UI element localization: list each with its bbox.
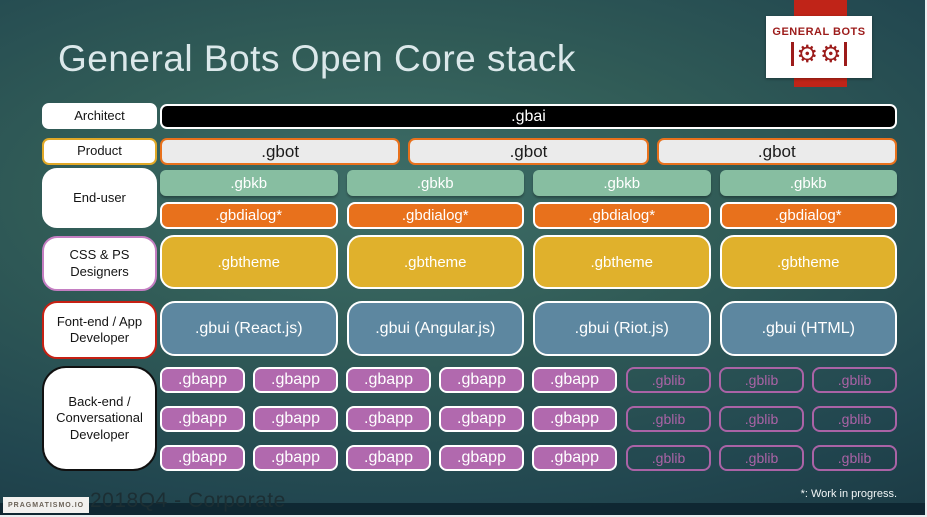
gbapp-box: .gbapp <box>160 406 245 432</box>
gblib-box: .gblib <box>719 406 804 432</box>
slide: General Bots Open Core stack GENERAL BOT… <box>0 0 927 517</box>
gbapp-box: .gbapp <box>253 367 338 393</box>
label-architect: Architect <box>42 103 157 129</box>
gbapp-box: .gbapp <box>439 445 524 471</box>
gbapp-box: .gbapp <box>532 406 617 432</box>
gbapp-box: .gbapp <box>346 406 431 432</box>
gblib-group: .gblib .gblib .gblib <box>626 367 897 393</box>
gbapp-box: .gbapp <box>160 367 245 393</box>
logo-brand-text: GENERAL BOTS <box>772 25 866 38</box>
gbapp-box: .gbapp <box>532 367 617 393</box>
label-css-ps-designers: CSS & PS Designers <box>42 236 157 291</box>
gbapp-box: .gbapp <box>346 367 431 393</box>
label-product: Product <box>42 138 157 165</box>
row-gbdialog: .gbdialog* .gbdialog* .gbdialog* .gbdialog* <box>160 202 897 229</box>
row-gbai: .gbai <box>160 104 897 129</box>
gbapp-group: .gbapp .gbapp .gbapp .gbapp .gbapp <box>160 367 617 393</box>
gbapp-group: .gbapp .gbapp .gbapp .gbapp .gbapp <box>160 406 617 432</box>
backend-row-3: .gbapp .gbapp .gbapp .gbapp .gbapp .gblib .gb… <box>160 445 897 471</box>
backend-row-2: .gbapp .gbapp .gbapp .gbapp .gbapp .gblib .gb… <box>160 406 897 432</box>
row-gbui: .gbui (React.js) .gbui (Angular.js) .gbui … <box>160 301 897 356</box>
gbapp-group: .gbapp .gbapp .gbapp .gbapp .gbapp <box>160 445 617 471</box>
gear-axle-bar-left <box>791 41 795 66</box>
gbui-box: .gbui (Angular.js) <box>346 301 524 356</box>
gblib-group: .gblib .gblib .gblib <box>626 406 897 432</box>
label-end-user: End-user <box>42 168 157 228</box>
gbtheme-box: .gbtheme <box>160 235 338 289</box>
gbapp-box: .gbapp <box>160 445 245 471</box>
gblib-box: .gblib <box>812 367 897 393</box>
gbtheme-box: .gbtheme <box>533 235 711 289</box>
gbui-box: .gbui (HTML) <box>719 301 897 356</box>
footer-caption: 2018Q4 - Corporate <box>90 489 286 512</box>
gbot-box: .gbot <box>408 138 649 165</box>
gears-icon: ⚙ ⚙ <box>791 39 847 69</box>
gbot-box: .gbot <box>656 138 897 165</box>
gblib-box: .gblib <box>812 406 897 432</box>
gbot-box: .gbot <box>160 138 401 165</box>
gblib-group: .gblib .gblib .gblib <box>626 445 897 471</box>
gear-icon: ⚙ <box>820 39 842 68</box>
label-backend-conversational-developer: Back-end / Conversational Developer <box>42 366 157 471</box>
backend-row-1: .gbapp .gbapp .gbapp .gbapp .gbapp .gblib .gb… <box>160 367 897 393</box>
gbapp-box: .gbapp <box>346 445 431 471</box>
gbapp-box: .gbapp <box>439 406 524 432</box>
gbapp-box: .gbapp <box>253 406 338 432</box>
work-in-progress-note: *: Work in progress. <box>800 488 897 500</box>
gbkb-box: .gbkb <box>346 170 524 196</box>
gblib-box: .gblib <box>719 367 804 393</box>
gbui-box: .gbui (Riot.js) <box>533 301 711 356</box>
gbui-box: .gbui (React.js) <box>160 301 338 356</box>
page-title: General Bots Open Core stack <box>58 38 576 79</box>
gbtheme-box: .gbtheme <box>719 235 897 289</box>
gbdialog-box: .gbdialog* <box>719 202 897 229</box>
gblib-box: .gblib <box>812 445 897 471</box>
gbtheme-box: .gbtheme <box>346 235 524 289</box>
gblib-box: .gblib <box>626 406 711 432</box>
gbapp-box: .gbapp <box>253 445 338 471</box>
row-gbtheme: .gbtheme .gbtheme .gbtheme .gbtheme <box>160 235 897 289</box>
pragmatismo-logo: PRAGMATISMO.IO <box>3 497 90 513</box>
gbai-box: .gbai <box>160 104 897 129</box>
gbdialog-box: .gbdialog* <box>160 202 338 229</box>
gbkb-box: .gbkb <box>533 170 711 196</box>
gbdialog-box: .gbdialog* <box>346 202 524 229</box>
row-gbkb: .gbkb .gbkb .gbkb .gbkb <box>160 170 897 196</box>
gear-icon: ⚙ <box>796 39 818 68</box>
label-frontend-app-developer: Font-end / App Developer <box>42 301 157 359</box>
gbapp-box: .gbapp <box>439 367 524 393</box>
gear-axle-bar-right <box>843 41 847 66</box>
gblib-box: .gblib <box>626 367 711 393</box>
gbapp-box: .gbapp <box>532 445 617 471</box>
gblib-box: .gblib <box>719 445 804 471</box>
gblib-box: .gblib <box>626 445 711 471</box>
gbkb-box: .gbkb <box>719 170 897 196</box>
gbdialog-box: .gbdialog* <box>533 202 711 229</box>
row-gbot: .gbot .gbot .gbot <box>160 138 897 165</box>
gbkb-box: .gbkb <box>160 170 338 196</box>
general-bots-logo: GENERAL BOTS ⚙ ⚙ <box>766 16 872 78</box>
